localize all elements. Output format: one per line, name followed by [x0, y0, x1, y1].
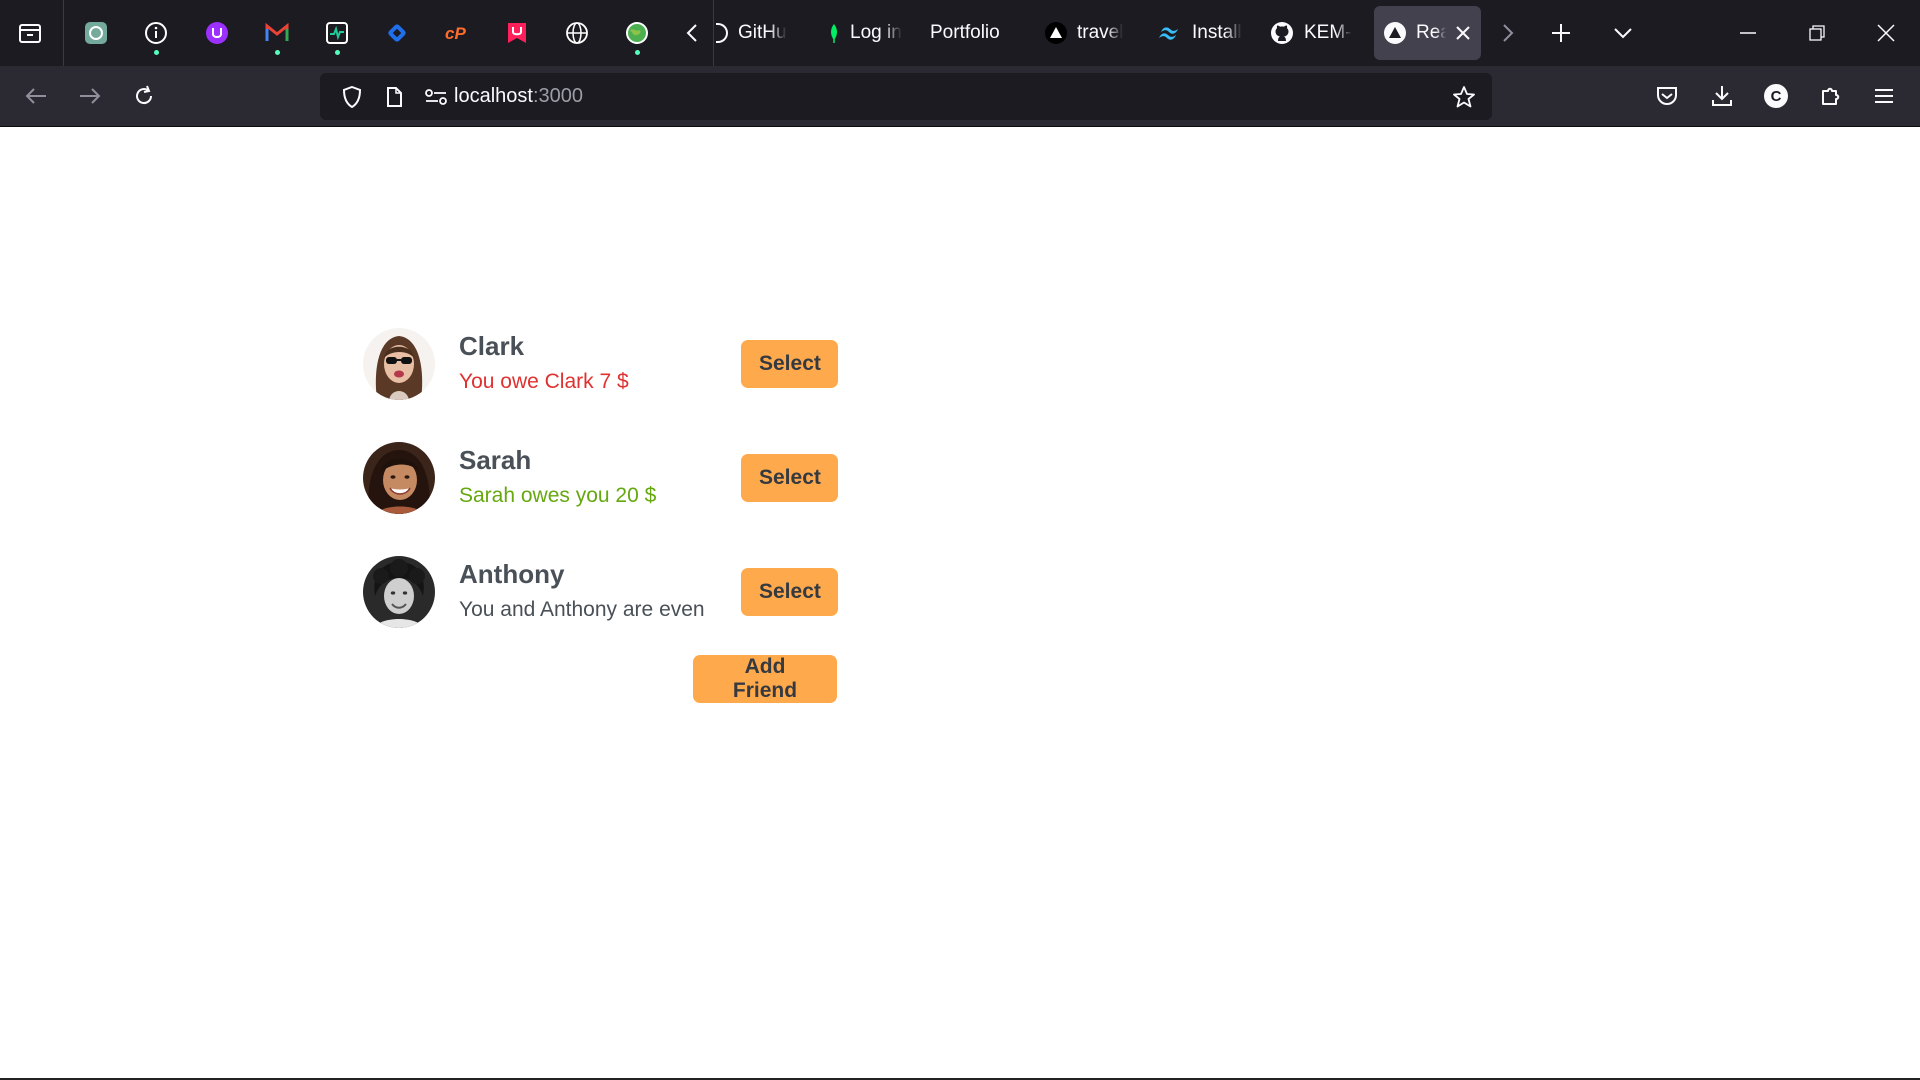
tab-label: Install — [1192, 22, 1242, 43]
friend-info: Clark You owe Clark 7 $ — [459, 330, 759, 398]
tab-label: travel — [1077, 22, 1124, 43]
pinned-tab-openai-icon[interactable] — [72, 9, 120, 57]
friend-item-sarah: Sarah Sarah owes you 20 $ Select — [363, 421, 838, 535]
friend-name: Clark — [459, 331, 525, 361]
tab-label: Portfolio — [930, 22, 1000, 43]
window-close-icon[interactable] — [1852, 0, 1920, 66]
tailwind-icon — [1159, 27, 1178, 40]
friend-info: Anthony You and Anthony are even — [459, 558, 759, 626]
tab-label: Rea — [1416, 22, 1446, 43]
url-text[interactable]: localhost:3000 — [454, 73, 583, 120]
gmail-icon — [265, 23, 289, 43]
permissions-icon[interactable] — [416, 73, 456, 120]
friend-item-anthony: Anthony You and Anthony are even Select — [363, 535, 838, 649]
extensions-puzzle-icon[interactable] — [1808, 73, 1854, 119]
tab-label: KEM- — [1304, 22, 1352, 43]
tab-login[interactable]: Log in — [818, 6, 922, 60]
downloads-icon[interactable] — [1699, 73, 1745, 119]
diamond-icon — [385, 21, 409, 45]
add-friend-button[interactable]: Add Friend — [693, 655, 837, 703]
navigation-toolbar: localhost:3000 C — [0, 66, 1920, 127]
tab-github[interactable]: GitHu — [706, 6, 810, 60]
bookmark-star-icon[interactable] — [1444, 73, 1484, 120]
tracking-protection-shield-icon[interactable] — [332, 73, 372, 120]
ublock-u-icon — [205, 21, 229, 45]
hamburger-menu-icon[interactable] — [1861, 73, 1907, 119]
close-tab-icon[interactable] — [1456, 26, 1470, 40]
pinned-tab-gmail-icon[interactable] — [253, 9, 301, 57]
tab-travel[interactable]: travel — [1035, 6, 1139, 60]
pinned-tab-u-logo-icon[interactable] — [493, 9, 541, 57]
pinned-tab-ublock-u-icon[interactable] — [193, 9, 241, 57]
friend-balance-status: Sarah owes you 20 $ — [459, 484, 657, 507]
account-avatar-icon[interactable]: C — [1753, 73, 1799, 119]
globe-icon — [565, 21, 589, 45]
url-host: localhost — [454, 85, 533, 107]
friend-balance-status: You owe Clark 7 $ — [459, 370, 629, 393]
triangle-icon — [1045, 22, 1067, 44]
tab-notification-dot — [275, 50, 280, 55]
pinned-tab-cpanel-icon[interactable]: cP — [433, 9, 481, 57]
info-icon — [144, 21, 168, 45]
pinned-tab-diamond-icon[interactable] — [373, 9, 421, 57]
tab-label: GitHu — [738, 22, 787, 43]
page-content: Clark You owe Clark 7 $ Select Sarah Sar… — [0, 127, 1920, 1080]
select-friend-button[interactable]: Select — [741, 454, 838, 502]
url-port: :3000 — [532, 85, 583, 107]
reload-icon[interactable] — [121, 73, 167, 119]
tab-label: Log in — [850, 22, 902, 43]
leaf-icon — [831, 24, 837, 43]
friend-list: Clark You owe Clark 7 $ Select Sarah Sar… — [363, 307, 838, 649]
tab-portfolio[interactable]: Portfolio — [920, 6, 1024, 60]
earth-icon — [625, 21, 649, 45]
back-arrow-icon[interactable] — [13, 73, 59, 119]
url-bar[interactable]: localhost:3000 — [320, 73, 1492, 120]
friend-item-clark: Clark You owe Clark 7 $ Select — [363, 307, 838, 421]
friend-name: Anthony — [459, 559, 565, 589]
pinned-tab-earth-icon[interactable] — [613, 9, 661, 57]
pinned-tab-info-icon[interactable] — [132, 9, 180, 57]
tab-notification-dot — [635, 50, 640, 55]
github-partial-icon — [716, 23, 728, 43]
u-logo-icon — [506, 21, 528, 45]
pinned-tab-globe-icon[interactable] — [553, 9, 601, 57]
sarah-avatar — [363, 442, 435, 514]
tab-react-active[interactable]: Rea — [1374, 6, 1481, 60]
tab-notification-dot — [154, 50, 159, 55]
clark-avatar — [363, 328, 435, 400]
select-friend-button[interactable]: Select — [741, 340, 838, 388]
list-all-tabs-chevron-down-icon[interactable] — [1599, 9, 1647, 57]
svg-text:cP: cP — [445, 24, 466, 43]
cpanel-icon: cP — [444, 23, 470, 43]
browser-tab-strip: cP GitHu Log in Portfolio travel Install… — [0, 0, 1920, 66]
tab-kem[interactable]: KEM- — [1260, 6, 1364, 60]
openai-icon — [84, 21, 108, 45]
pinned-tab-activity-monitor-icon[interactable] — [313, 9, 361, 57]
github-icon — [1271, 22, 1293, 44]
tabs-scroll-right-icon[interactable] — [1484, 9, 1532, 57]
tab-notification-dot — [335, 50, 340, 55]
page-info-icon[interactable] — [374, 73, 414, 120]
friend-balance-status: You and Anthony are even — [459, 598, 705, 621]
tab-install[interactable]: Install — [1148, 6, 1260, 60]
triangle-icon — [1384, 22, 1406, 44]
forward-arrow-icon[interactable] — [67, 73, 113, 119]
activity-monitor-icon — [325, 21, 349, 45]
friend-info: Sarah Sarah owes you 20 $ — [459, 444, 759, 512]
restore-icon[interactable] — [1783, 0, 1851, 66]
pocket-icon[interactable] — [1644, 73, 1690, 119]
firefox-view-icon[interactable] — [6, 9, 54, 57]
minimize-icon[interactable] — [1714, 0, 1782, 66]
new-tab-icon[interactable] — [1537, 9, 1585, 57]
friend-name: Sarah — [459, 445, 532, 475]
select-friend-button[interactable]: Select — [741, 568, 838, 616]
anthony-avatar — [363, 556, 435, 628]
